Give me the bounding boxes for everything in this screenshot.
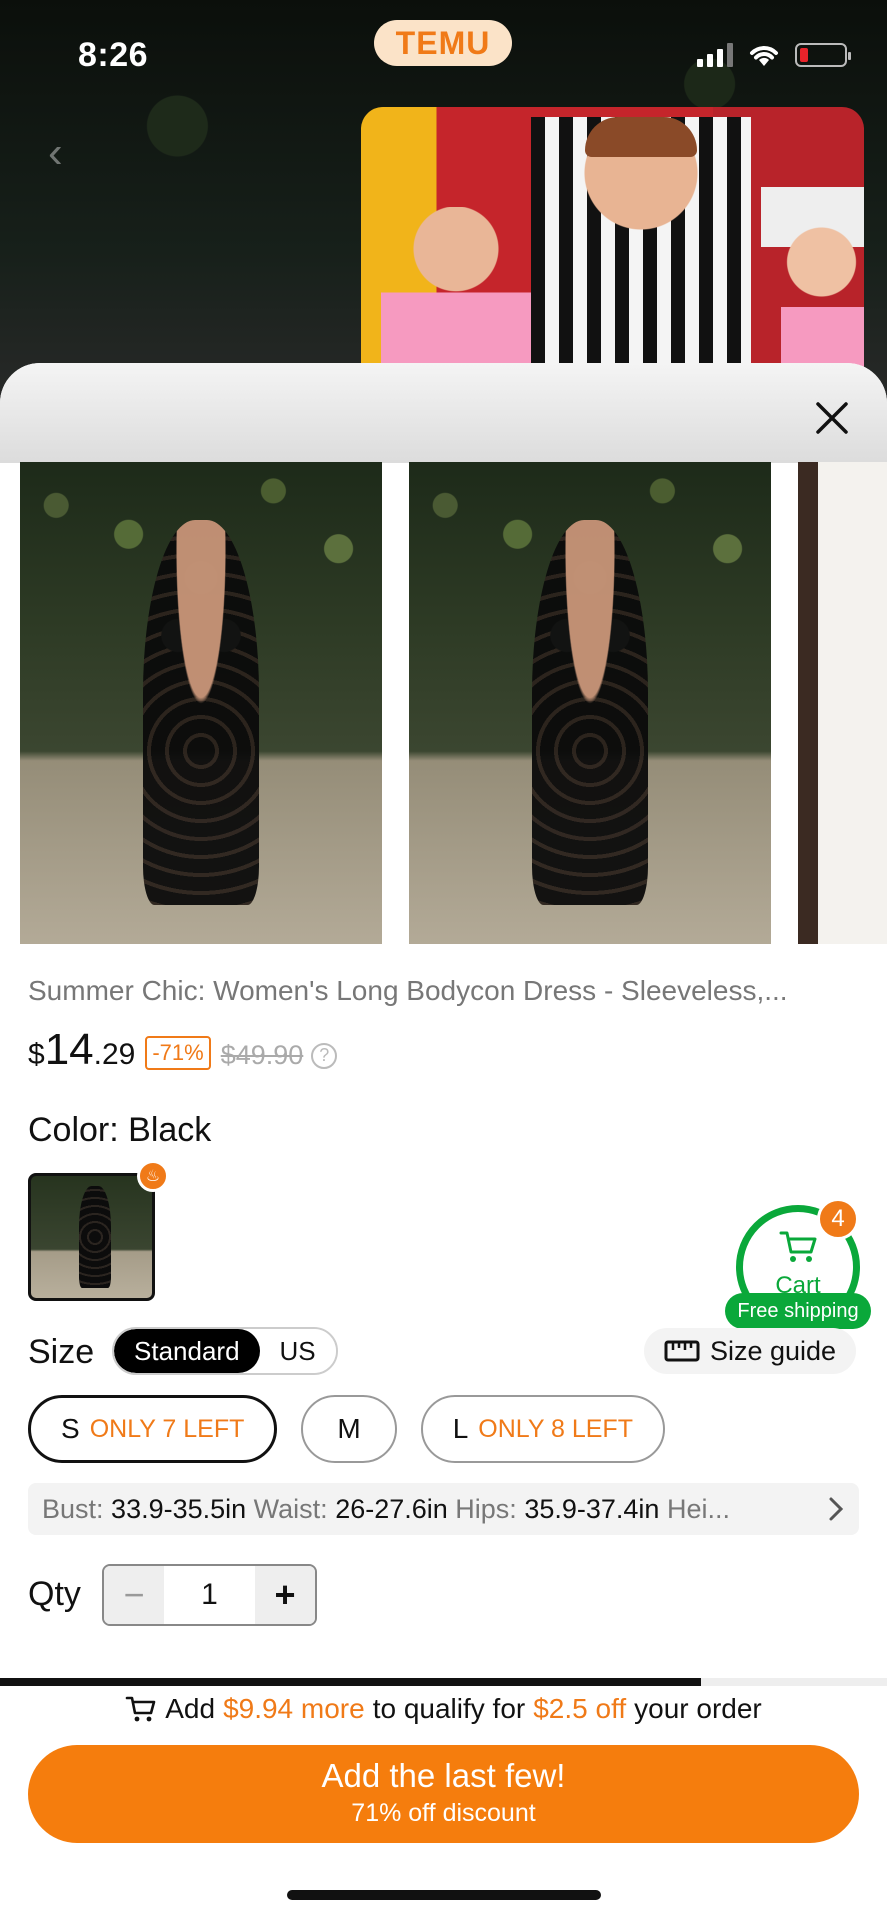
cart-icon <box>125 1696 156 1722</box>
size-option-l[interactable]: L ONLY 8 LEFT <box>420 1395 665 1463</box>
quantity-label: Qty <box>28 1575 81 1613</box>
promo-message: Add $9.94 more to qualify for $2.5 off y… <box>0 1693 887 1725</box>
cta-main-label: Add the last few! <box>321 1757 566 1794</box>
cellular-signal-icon <box>697 43 733 67</box>
measurements-text: Bust: 33.9-35.5in Waist: 26-27.6in Hips:… <box>42 1493 730 1524</box>
temu-app-badge[interactable]: TEMU <box>374 20 512 66</box>
status-time: 8:26 <box>78 36 149 74</box>
promo-amount-more: $9.94 more <box>223 1693 365 1724</box>
wifi-icon <box>750 46 778 66</box>
video-person-left <box>381 207 531 389</box>
size-label: Size <box>28 1333 95 1371</box>
progress-fill <box>0 1678 701 1686</box>
cart-icon <box>779 1231 817 1262</box>
price-integer: 14 <box>44 1025 94 1074</box>
free-shipping-badge: Free shipping <box>725 1293 871 1329</box>
free-discount-progress <box>0 1678 887 1686</box>
hot-flame-icon: ♨ <box>137 1160 169 1192</box>
quantity-decrement-button[interactable]: − <box>104 1566 164 1624</box>
size-measurements-bar[interactable]: Bust: 33.9-35.5in Waist: 26-27.6in Hips:… <box>28 1483 859 1535</box>
battery-icon <box>795 43 851 67</box>
quantity-increment-button[interactable]: + <box>255 1566 315 1624</box>
discount-badge: -71% <box>145 1036 211 1070</box>
size-system-us[interactable]: US <box>259 1329 336 1373</box>
size-option-label: M <box>337 1413 361 1444</box>
size-option-label: S <box>61 1413 80 1444</box>
size-option-label: L <box>452 1413 469 1444</box>
color-swatch-black[interactable] <box>28 1173 155 1301</box>
status-icons <box>697 42 851 68</box>
price-decimal: .29 <box>93 1038 136 1071</box>
product-title[interactable]: Summer Chic: Women's Long Bodycon Dress … <box>28 975 868 1007</box>
sheet-header <box>0 363 887 463</box>
video-referee <box>531 117 751 389</box>
size-system-standard[interactable]: Standard <box>114 1329 260 1373</box>
size-system-toggle: Standard US <box>112 1327 338 1375</box>
back-chevron-icon[interactable]: ‹ <box>48 131 78 175</box>
stock-note: ONLY 8 LEFT <box>478 1414 633 1443</box>
product-image-gallery[interactable] <box>0 462 887 944</box>
size-option-m[interactable]: M <box>301 1395 397 1463</box>
close-icon[interactable] <box>812 398 852 438</box>
product-photo-back[interactable] <box>409 462 771 944</box>
size-guide-button[interactable]: Size guide <box>644 1328 856 1374</box>
product-photo-front[interactable] <box>20 462 382 944</box>
quantity-value[interactable]: 1 <box>164 1578 255 1612</box>
price-currency: $ <box>28 1038 45 1071</box>
add-to-cart-button[interactable]: Add the last few! 71% off discount <box>28 1745 859 1843</box>
color-label: Color: Black <box>28 1111 212 1149</box>
ruler-icon <box>664 1340 700 1362</box>
product-photo-third[interactable] <box>798 462 887 944</box>
price-row: $ 14 .29 -71% $49.90 ? <box>28 1025 338 1075</box>
stock-note: ONLY 7 LEFT <box>89 1414 245 1443</box>
status-bar: 8:26 TEMU <box>0 0 887 110</box>
size-guide-label: Size guide <box>709 1335 837 1366</box>
original-price: $49.90 <box>220 1040 304 1070</box>
cart-count-badge: 4 <box>817 1198 859 1240</box>
floating-video-player[interactable] <box>361 107 864 389</box>
home-indicator[interactable] <box>287 1890 601 1900</box>
price-help-icon[interactable]: ? <box>311 1042 338 1069</box>
quantity-stepper: − 1 + <box>102 1564 317 1626</box>
cta-sub-label: 71% off discount <box>351 1799 536 1827</box>
promo-amount-off: $2.5 off <box>533 1693 627 1724</box>
size-options: S ONLY 7 LEFT M L ONLY 8 LEFT <box>28 1395 665 1463</box>
chevron-right-icon <box>829 1497 844 1521</box>
size-option-s[interactable]: S ONLY 7 LEFT <box>28 1395 278 1463</box>
